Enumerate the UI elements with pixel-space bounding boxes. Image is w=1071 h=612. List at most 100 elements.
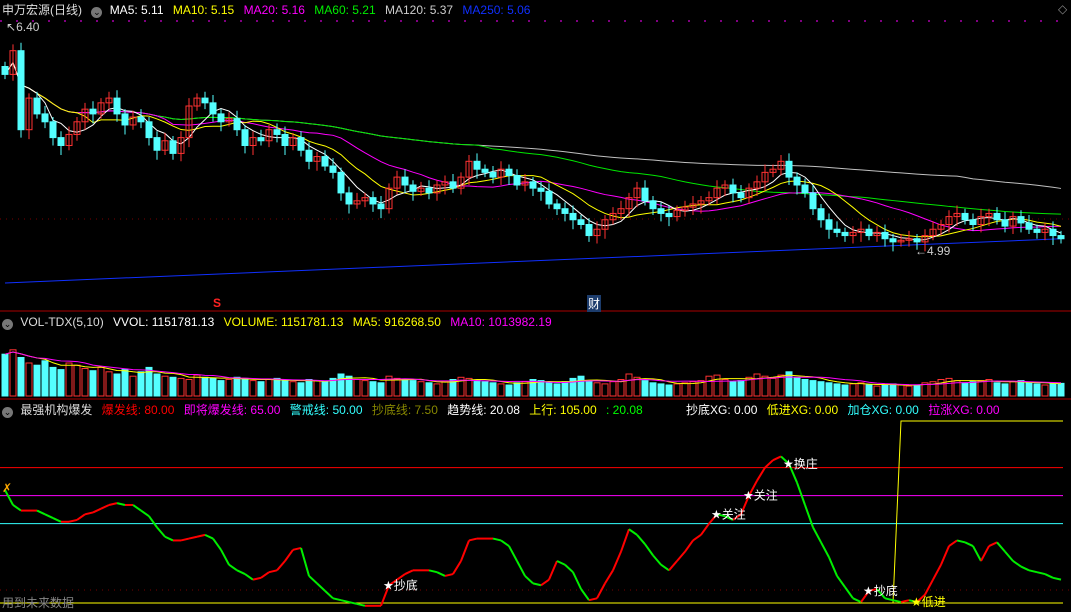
volume-bar (401, 379, 409, 397)
volume-bar (1017, 380, 1025, 397)
candle-body (273, 129, 281, 135)
s-marker[interactable]: S (213, 296, 221, 310)
trend-segment (164, 535, 174, 542)
chevron-down-icon[interactable]: ⌄ (2, 407, 13, 418)
ma120-line (4, 61, 1062, 189)
low-entry-xg-value: 低进XG: 0.00 (766, 403, 839, 417)
volume-bar (625, 373, 633, 397)
volume-bar (513, 382, 521, 397)
trend-segment (940, 545, 950, 566)
trend-segment (604, 569, 614, 584)
trend-segment (300, 547, 310, 577)
trend-segment (236, 569, 246, 575)
candle-body (17, 50, 25, 131)
trend-segment (764, 459, 774, 469)
candle-body (569, 212, 577, 221)
trend-segment (212, 538, 222, 551)
candle-body (369, 197, 377, 205)
volume-bar (25, 362, 33, 397)
high-price-label: ↖6.40 (6, 20, 40, 34)
candle-body (489, 171, 497, 178)
volume-bar (561, 381, 569, 397)
signal-换庄: ★换庄 (783, 456, 818, 471)
volume-bar (705, 375, 713, 397)
trend-segment (1020, 565, 1030, 572)
trend-segment (996, 541, 1006, 553)
ma60-value: MA60: 5.21 (314, 3, 376, 17)
trend-segment (84, 511, 94, 516)
volume-bar (249, 380, 257, 397)
volume-bar (737, 380, 745, 397)
volume-bar (425, 382, 433, 397)
diamond-icon[interactable]: ◇ (1058, 2, 1067, 16)
volume-bar (1009, 381, 1017, 397)
volume-bar (201, 376, 209, 397)
volume-bar (1025, 382, 1033, 397)
candle-body (657, 208, 665, 214)
volume-bar (73, 364, 81, 397)
trend-segment (12, 504, 22, 512)
volume-bar (273, 377, 281, 397)
trend-line-value: 趋势线: 20.08 (447, 403, 520, 417)
trend-segment (596, 582, 606, 599)
volume-header: ⌄ VOL-TDX(5,10) VVOL: 1151781.13 VOLUME:… (2, 314, 558, 330)
candle-body (961, 212, 969, 221)
volume-bar (721, 379, 729, 397)
volume-bar (913, 384, 921, 397)
volume-bar (833, 383, 841, 397)
volume-bar (985, 379, 993, 397)
trend-segment (76, 513, 86, 521)
candle-body (233, 118, 241, 131)
volume-bar (545, 382, 553, 397)
candle-body (505, 168, 513, 177)
entry-arrow-icon: ✗ (2, 481, 12, 495)
candle-body (89, 108, 97, 115)
volume-bar (793, 376, 801, 397)
volume-bar (433, 383, 441, 397)
trend-segment (268, 569, 278, 574)
volume-bar (305, 379, 313, 397)
trend-segment (276, 560, 286, 571)
volume-bar (257, 381, 265, 397)
indicator-name[interactable]: 最强机构爆发 (20, 403, 92, 417)
kline-chart[interactable]: ★抄底 ★关注 ★关注 ★换庄 ★抄底 ★低进 ✗ (0, 0, 1071, 612)
candle-body (337, 171, 345, 194)
volume-bar (1001, 383, 1009, 397)
vol-indicator-name[interactable]: VOL-TDX(5,10) (20, 315, 103, 329)
trend-segment (572, 571, 582, 590)
finance-marker[interactable]: 财 (587, 295, 602, 312)
volume-bar (369, 381, 377, 397)
volume-bar (713, 374, 721, 397)
candle-body (1057, 235, 1065, 240)
volume-bar (209, 377, 217, 397)
candle-body (217, 113, 225, 123)
chevron-down-icon[interactable]: ⌄ (91, 7, 103, 18)
ma10-value: MA10: 5.15 (172, 3, 235, 17)
trend-segment (828, 556, 838, 577)
price-panel (0, 20, 1071, 591)
candle-body (889, 238, 897, 243)
candle-body (809, 192, 817, 210)
trend-segment (292, 546, 302, 551)
trend-segment (468, 537, 478, 542)
volume-bar (441, 381, 449, 397)
volume-bar (505, 384, 513, 397)
trend-segment (452, 560, 462, 575)
volume-bar (113, 373, 121, 397)
trend-segment (92, 507, 102, 514)
candle-body (345, 192, 353, 205)
volume-bar (553, 383, 561, 397)
volume-bar (729, 381, 737, 397)
trend-segment (636, 534, 646, 545)
volume-panel (1, 349, 1065, 397)
signal-关注: ★关注 (743, 488, 778, 503)
candle-body (993, 212, 1001, 221)
candle-body (201, 97, 209, 104)
signal-关注: ★关注 (711, 506, 746, 521)
trend-segment (68, 518, 78, 523)
candle-body (121, 113, 129, 126)
chevron-down-icon[interactable]: ⌄ (2, 319, 13, 330)
candle-body (801, 184, 809, 194)
warning-line-value: 警戒线: 50.00 (289, 403, 363, 417)
volume-bar (1041, 384, 1049, 397)
